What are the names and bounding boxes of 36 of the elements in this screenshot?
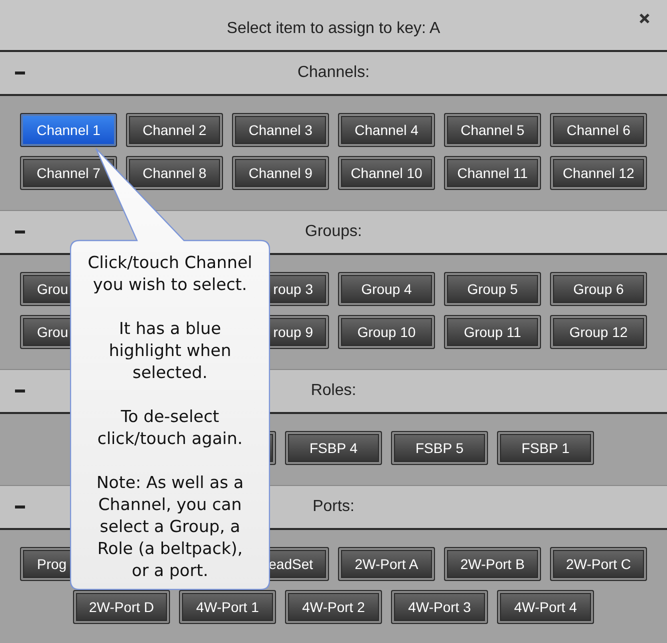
item-button[interactable]: Channel 3: [232, 113, 329, 147]
item-button[interactable]: 2W-Port D: [73, 590, 170, 624]
item-button[interactable]: Channel 12: [550, 156, 647, 190]
section-title: Ports:: [312, 498, 354, 516]
section-header[interactable]: Channels:: [0, 52, 667, 96]
item-button[interactable]: 2W-Port A: [338, 547, 435, 581]
item-button[interactable]: 4W-Port 2: [285, 590, 382, 624]
item-button[interactable]: Channel 6: [550, 113, 647, 147]
item-button[interactable]: Group 6: [550, 272, 647, 306]
item-button[interactable]: FSBP 1: [497, 431, 594, 465]
section-title: Channels:: [297, 64, 370, 82]
item-button[interactable]: FSBP 5: [391, 431, 488, 465]
close-icon[interactable]: [639, 13, 650, 24]
item-button[interactable]: Group 11: [444, 315, 541, 349]
item-button[interactable]: Channel 2: [126, 113, 223, 147]
item-button[interactable]: Channel 10: [338, 156, 435, 190]
item-button[interactable]: 2W-Port C: [550, 547, 647, 581]
item-button[interactable]: 4W-Port 4: [497, 590, 594, 624]
item-button[interactable]: Group 4: [338, 272, 435, 306]
item-button[interactable]: Group 5: [444, 272, 541, 306]
item-button[interactable]: Channel 9: [232, 156, 329, 190]
item-button[interactable]: FSBP 4: [285, 431, 382, 465]
item-button[interactable]: Group 10: [338, 315, 435, 349]
item-button[interactable]: Channel 8: [126, 156, 223, 190]
item-button[interactable]: Channel 5: [444, 113, 541, 147]
item-button[interactable]: 2W-Port B: [444, 547, 541, 581]
section-title: Groups:: [305, 223, 362, 241]
item-button[interactable]: Channel 7: [20, 156, 117, 190]
item-button[interactable]: Group 12: [550, 315, 647, 349]
item-button[interactable]: 4W-Port 1: [179, 590, 276, 624]
item-button[interactable]: Channel 1: [20, 113, 117, 147]
dialog-title: Select item to assign to key: A: [226, 20, 440, 38]
item-button[interactable]: Channel 11: [444, 156, 541, 190]
item-button[interactable]: 4W-Port 3: [391, 590, 488, 624]
item-button[interactable]: Channel 4: [338, 113, 435, 147]
section-title: Roles:: [310, 382, 356, 400]
